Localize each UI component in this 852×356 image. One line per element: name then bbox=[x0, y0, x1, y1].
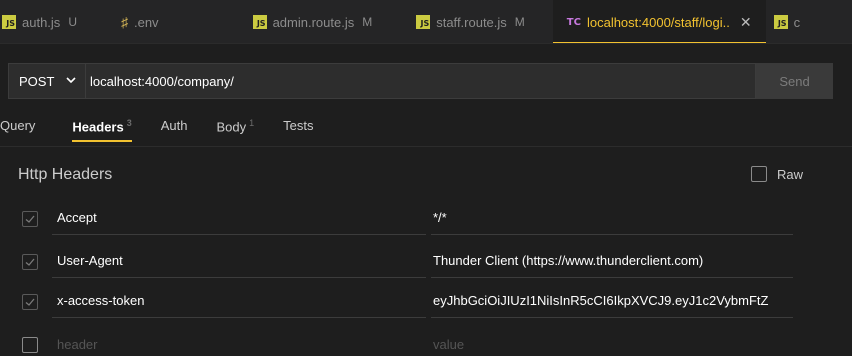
js-file-icon: JS bbox=[252, 15, 267, 29]
header-key-input[interactable]: Accept bbox=[52, 201, 426, 235]
raw-label: Raw bbox=[777, 166, 804, 182]
header-key-placeholder[interactable]: header bbox=[52, 327, 426, 356]
header-value-placeholder[interactable]: value bbox=[431, 327, 793, 356]
tab-label: c bbox=[793, 14, 801, 30]
chevron-down-icon bbox=[66, 76, 76, 87]
method-label: POST bbox=[19, 73, 55, 89]
check-icon bbox=[25, 215, 35, 223]
divider bbox=[0, 146, 852, 147]
thunder-client-icon: TC bbox=[566, 16, 581, 28]
header-enabled-checkbox[interactable] bbox=[22, 211, 38, 227]
request-url-bar: POST localhost:4000/company/ Send bbox=[8, 63, 850, 99]
request-tabs: Query Headers 3 Auth Body 1 Tests bbox=[0, 112, 342, 146]
new-header-row: header value bbox=[22, 327, 822, 356]
tab-label: .env bbox=[133, 14, 159, 30]
tab-status: M bbox=[362, 15, 373, 29]
tab-label: admin.route.js bbox=[272, 14, 355, 30]
tab-status: U bbox=[68, 15, 77, 29]
js-file-icon: JS bbox=[416, 15, 431, 29]
tab-tests[interactable]: Tests bbox=[283, 112, 313, 146]
js-file-icon: JS bbox=[2, 15, 16, 29]
tab-label: auth.js bbox=[22, 14, 61, 30]
tab-query[interactable]: Query bbox=[0, 112, 35, 146]
tab-headers[interactable]: Headers 3 bbox=[72, 112, 133, 146]
body-count: 1 bbox=[249, 118, 255, 128]
header-enabled-checkbox[interactable] bbox=[22, 254, 38, 270]
tab-env[interactable]: ♯ .env bbox=[91, 0, 173, 43]
close-icon[interactable]: ✕ bbox=[740, 14, 752, 31]
tab-staff-route-js[interactable]: JS staff.route.js M bbox=[386, 0, 539, 43]
header-value-input[interactable]: */* bbox=[431, 201, 793, 235]
header-key-input[interactable]: User-Agent bbox=[52, 244, 426, 278]
tab-auth[interactable]: Auth bbox=[161, 112, 188, 146]
header-value-input[interactable]: eyJhbGciOiJIUzI1NiIsInR5cCI6IkpXVCJ9.eyJ… bbox=[431, 284, 793, 318]
header-key-input[interactable]: x-access-token bbox=[52, 284, 426, 318]
header-value-input[interactable]: Thunder Client (https://www.thunderclien… bbox=[431, 244, 793, 278]
headers-count: 3 bbox=[126, 118, 132, 128]
header-enabled-checkbox[interactable] bbox=[22, 294, 38, 310]
tab-body[interactable]: Body 1 bbox=[216, 112, 254, 146]
tab-thunder-client-request[interactable]: TC localhost:4000/staff/logi.. ✕ bbox=[552, 0, 766, 43]
header-row: x-access-token eyJhbGciOiJIUzI1NiIsInR5c… bbox=[22, 284, 822, 322]
raw-toggle[interactable]: Raw bbox=[751, 166, 803, 182]
tab-label: staff.route.js bbox=[436, 14, 507, 30]
header-row: Accept */* bbox=[22, 201, 822, 239]
tab-auth-js[interactable]: JS auth.js U bbox=[0, 0, 91, 43]
section-title: Http Headers bbox=[18, 166, 113, 183]
js-file-icon: JS bbox=[773, 15, 788, 29]
check-icon bbox=[25, 258, 35, 266]
tab-label: localhost:4000/staff/logi.. bbox=[586, 14, 730, 30]
header-row: User-Agent Thunder Client (https://www.t… bbox=[22, 244, 822, 282]
env-file-icon: ♯ bbox=[120, 14, 128, 30]
check-icon bbox=[25, 298, 35, 306]
send-button[interactable]: Send bbox=[756, 63, 833, 99]
header-enabled-checkbox[interactable] bbox=[22, 337, 38, 353]
method-select[interactable]: POST bbox=[8, 63, 86, 99]
url-input[interactable]: localhost:4000/company/ bbox=[86, 63, 756, 99]
tab-status: M bbox=[514, 15, 525, 29]
editor-tab-bar: JS auth.js U ♯ .env JS admin.route.js M … bbox=[0, 0, 852, 44]
raw-checkbox[interactable] bbox=[751, 166, 767, 182]
tab-partial[interactable]: JS c bbox=[766, 0, 815, 43]
tab-admin-route-js[interactable]: JS admin.route.js M bbox=[173, 0, 387, 43]
